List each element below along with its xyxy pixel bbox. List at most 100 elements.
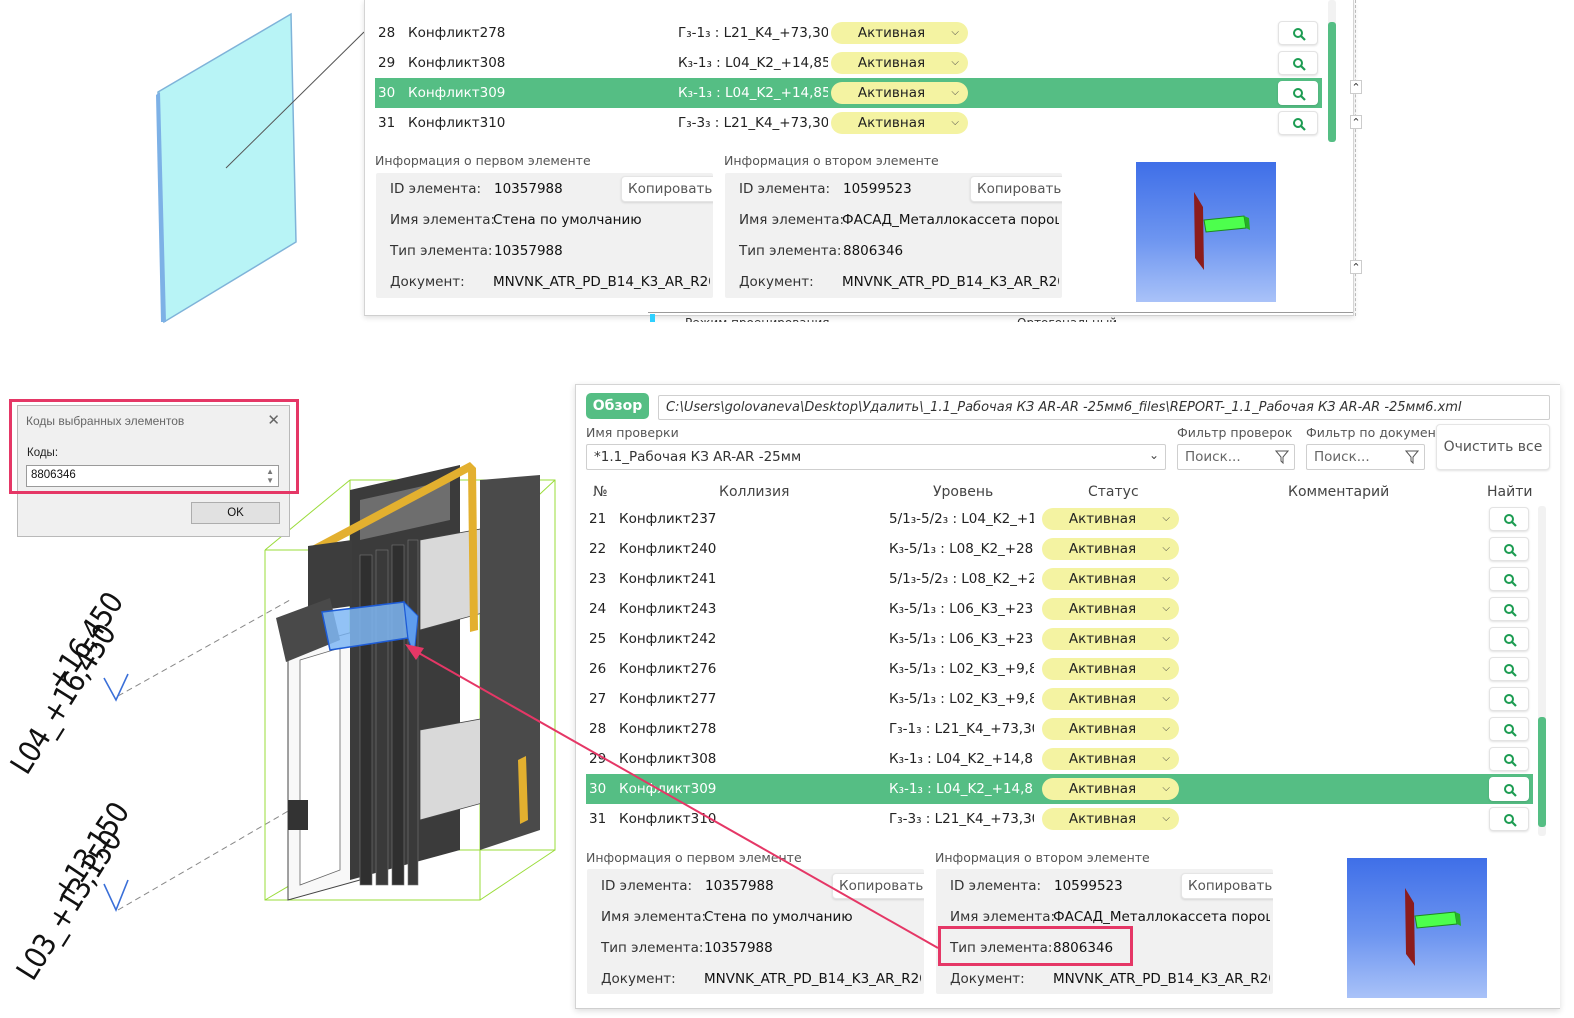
status-dropdown[interactable]: Активная ⌵	[1042, 538, 1179, 560]
status-dropdown[interactable]: Активная ⌵	[1042, 718, 1179, 740]
document-label: Документ:	[950, 971, 1025, 987]
table-row[interactable]: 24 Конфликт243 К₃-5/1₃ : L06_K3_+23,35 Акти…	[586, 594, 1533, 624]
clear-all-button[interactable]: Очистить все	[1436, 424, 1550, 470]
find-button[interactable]	[1489, 627, 1529, 651]
copy-button[interactable]: Копировать	[832, 873, 924, 899]
status-dropdown[interactable]: Активная ⌵	[831, 112, 968, 134]
find-button[interactable]	[1278, 81, 1318, 105]
level-value: Г₃-1₃ : L21_K4_+73,300	[678, 25, 828, 41]
table-row[interactable]: 25 Конфликт242 К₃-5/1₃ : L06_K3_+23,35 Акти…	[586, 624, 1533, 654]
row-number: 28	[378, 25, 396, 41]
table-row[interactable]: 26 Конфликт276 К₃-5/1₃ : L02_K3_+9,850 Акти…	[586, 654, 1533, 684]
status-dropdown[interactable]: Активная ⌵	[1042, 778, 1179, 800]
status-dropdown[interactable]: Активная ⌵	[1042, 748, 1179, 770]
find-button[interactable]	[1489, 507, 1529, 531]
status-value: Активная	[1068, 721, 1137, 737]
dialog-highlight-box	[9, 399, 299, 494]
status-dropdown[interactable]: Активная ⌵	[831, 52, 968, 74]
check-name-select[interactable]: *1.1_Рабочая КЗ AR-AR -25мм ⌄	[586, 444, 1166, 470]
table-row[interactable]: 21 Конфликт237 5/1₃-5/2₃ : L04_K2_+14, Акти…	[586, 504, 1533, 534]
chevron-down-icon: ⌵	[1162, 783, 1170, 794]
scrollbar-thumb-main[interactable]	[1538, 717, 1546, 827]
find-button[interactable]	[1278, 21, 1318, 45]
copy-button[interactable]: Копировать	[621, 176, 713, 202]
first-element-info-title: Информация о первом элементе	[586, 850, 802, 865]
collision-name: Конфликт310	[408, 115, 506, 131]
copy-button[interactable]: Копировать	[970, 176, 1062, 202]
filter-icon[interactable]	[1275, 450, 1289, 464]
table-row[interactable]: 30Конфликт309К₃-1₃ : L04_K2_+14,850Актив…	[586, 774, 1533, 804]
filter-icon[interactable]	[1405, 450, 1419, 464]
col-level-header[interactable]: Уровень	[933, 484, 993, 500]
find-button[interactable]	[1489, 717, 1529, 741]
level-value: 5/1₃-5/2₃ : L04_K2_+14,	[889, 511, 1034, 527]
find-button[interactable]	[1489, 807, 1529, 831]
table-row[interactable]: 27 Конфликт277 К₃-5/1₃ : L02_K3_+9,850 Акти…	[586, 684, 1533, 714]
status-dropdown[interactable]: Активная ⌵	[1042, 658, 1179, 680]
ok-button[interactable]: OK	[191, 502, 280, 524]
status-dropdown[interactable]: Активная ⌵	[1042, 688, 1179, 710]
row-number: 30	[589, 781, 607, 797]
status-dropdown[interactable]: Активная ⌵	[831, 82, 968, 104]
level-value: К₃-5/1₃ : L08_K2_+28,35	[889, 541, 1034, 557]
row-number: 31	[378, 115, 396, 131]
table-row[interactable]: 31 Конфликт310 Г₃-3₃ : L21_K4_+73,300 Актив…	[586, 804, 1533, 834]
status-dropdown[interactable]: Активная ⌵	[1042, 598, 1179, 620]
status-dropdown[interactable]: Активная ⌵	[1042, 508, 1179, 530]
collision-name: Конфликт310	[619, 811, 717, 827]
properties-grid-marker	[650, 314, 655, 322]
id-value: 10599523	[1054, 878, 1123, 894]
level-value: Г₃-1₃ : L21_K4_+73,300	[889, 721, 1034, 737]
status-value: Активная	[1068, 541, 1137, 557]
browse-button[interactable]: Обзор	[586, 393, 649, 419]
col-collision-header[interactable]: Коллизия	[719, 484, 789, 500]
table-row[interactable]: 29Конфликт308К₃-1₃ : L04_K2_+14,850Актив…	[375, 48, 1322, 78]
col-find-header[interactable]: Найти	[1487, 484, 1532, 500]
table-row[interactable]: 29Конфликт308К₃-1₃ : L04_K2_+14,850Актив…	[586, 744, 1533, 774]
find-button[interactable]	[1278, 111, 1318, 135]
find-button[interactable]	[1489, 747, 1529, 771]
find-button[interactable]	[1489, 567, 1529, 591]
find-button[interactable]	[1489, 777, 1529, 801]
status-dropdown[interactable]: Активная ⌵	[831, 22, 968, 44]
report-path-value: C:\Users\golovaneva\Desktop\Удалить\_1.1…	[666, 400, 1462, 415]
collapse-button-1[interactable]: ⌃	[1350, 80, 1362, 94]
find-button[interactable]	[1489, 537, 1529, 561]
report-path-input[interactable]: C:\Users\golovaneva\Desktop\Удалить\_1.1…	[658, 395, 1550, 420]
status-value: Активная	[1068, 781, 1137, 797]
table-row[interactable]: 31 Конфликт310 Г₃-3₃ : L21_K4_+73,300 Актив…	[375, 108, 1322, 138]
row-number: 25	[589, 631, 607, 647]
status-dropdown[interactable]: Активная ⌵	[1042, 628, 1179, 650]
level-value: Г₃-3₃ : L21_K4_+73,300	[889, 811, 1034, 827]
find-button[interactable]	[1489, 657, 1529, 681]
scrollbar-thumb-top[interactable]	[1328, 22, 1336, 142]
copy-button[interactable]: Копировать	[1181, 873, 1273, 899]
row-number: 31	[589, 811, 607, 827]
find-button[interactable]	[1489, 597, 1529, 621]
col-status-header[interactable]: Статус	[1088, 484, 1139, 500]
chevron-down-icon: ⌵	[1162, 603, 1170, 614]
status-dropdown[interactable]: Активная ⌵	[1042, 808, 1179, 830]
filter-checks-placeholder: Поиск...	[1185, 449, 1241, 465]
filter-doc-input[interactable]: Поиск...	[1306, 444, 1425, 470]
table-row[interactable]: 22 Конфликт240 К₃-5/1₃ : L08_K2_+28,35 Акти…	[586, 534, 1533, 564]
table-row[interactable]: 28 Конфликт278 Г₃-1₃ : L21_K4_+73,300 Актив…	[586, 714, 1533, 744]
chevron-down-icon: ⌵	[951, 57, 959, 68]
find-button[interactable]	[1489, 687, 1529, 711]
table-row[interactable]: 30Конфликт309К₃-1₃ : L04_K2_+14,850Актив…	[375, 78, 1322, 108]
table-row[interactable]: 23 Конфликт241 5/1₃-5/2₃ : L08_K2_+28, Акти…	[586, 564, 1533, 594]
name-label: Имя элемента:	[390, 212, 496, 228]
col-num-header[interactable]: №	[593, 484, 608, 500]
col-comment-header[interactable]: Комментарий	[1288, 484, 1389, 500]
table-row[interactable]: 28 Конфликт278 Г₃-1₃ : L21_K4_+73,300 Актив…	[375, 18, 1322, 48]
status-value: Активная	[1068, 631, 1137, 647]
check-name-value: *1.1_Рабочая КЗ AR-AR -25мм	[594, 449, 802, 465]
collapse-button-2[interactable]: ⌃	[1350, 115, 1362, 129]
find-button[interactable]	[1278, 51, 1318, 75]
second-element-info-box: ID элемента: 10599523 Копировать Имя эле…	[725, 173, 1062, 298]
collapse-button-3[interactable]: ⌃	[1350, 260, 1362, 274]
search-icon	[1504, 724, 1517, 737]
chevron-down-icon: ⌵	[1162, 633, 1170, 644]
status-dropdown[interactable]: Активная ⌵	[1042, 568, 1179, 590]
filter-checks-input[interactable]: Поиск...	[1177, 444, 1295, 470]
